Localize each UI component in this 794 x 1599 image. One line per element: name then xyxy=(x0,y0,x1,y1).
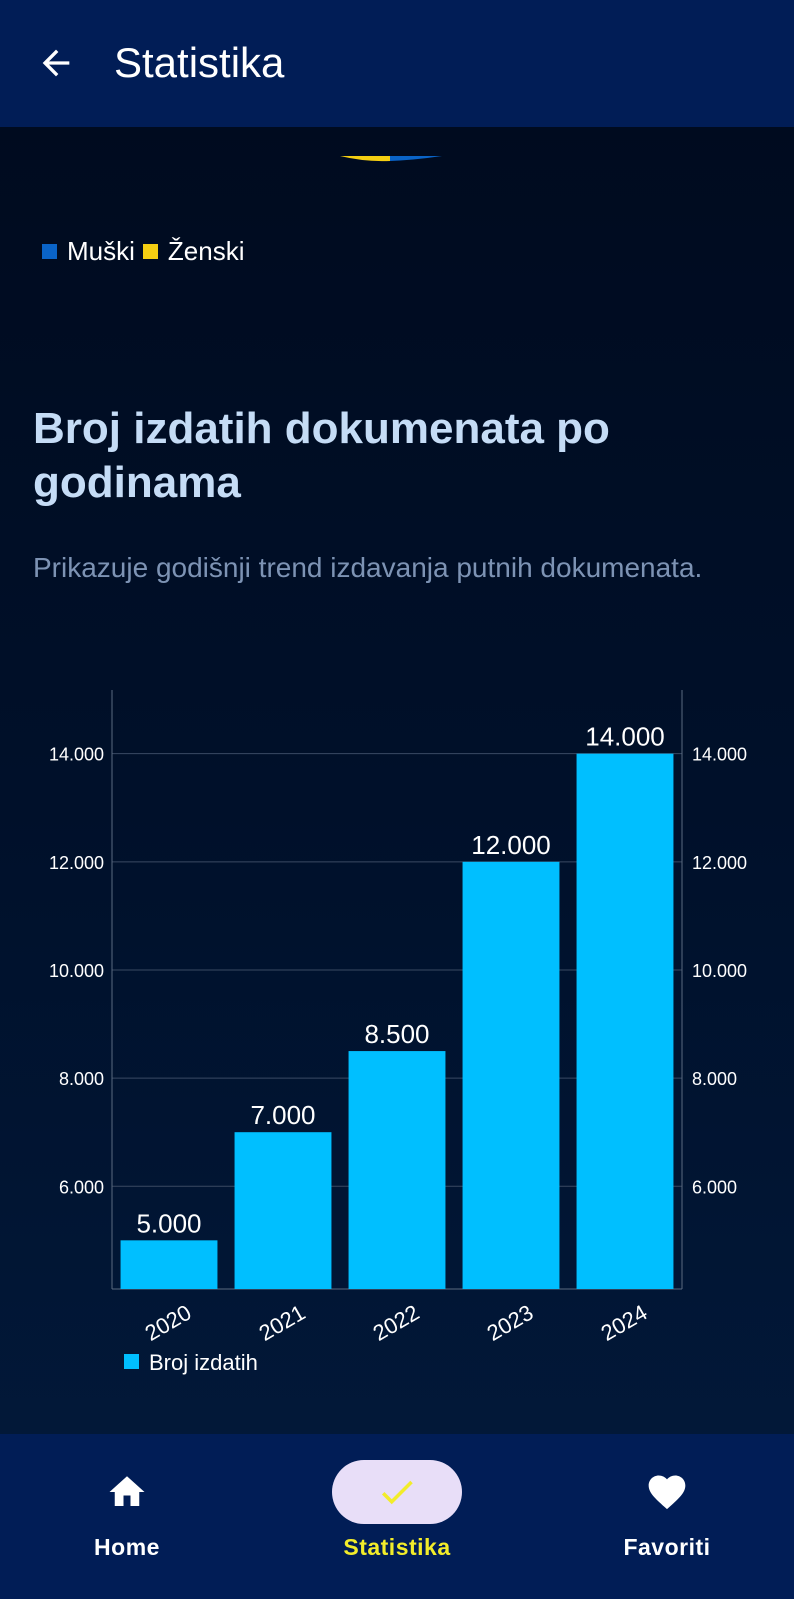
bar-value-label: 8.500 xyxy=(364,1019,429,1049)
y-tick-label-left: 6.000 xyxy=(59,1177,104,1197)
section-title: Broj izdatih dokumenata po godinama xyxy=(33,404,610,507)
bar-2021 xyxy=(234,1132,332,1289)
arrow-left-icon xyxy=(42,49,70,77)
x-tick-label: 2021 xyxy=(255,1300,310,1346)
bar-value-label: 7.000 xyxy=(250,1100,315,1130)
x-tick-label: 2020 xyxy=(141,1300,196,1346)
bar-value-label: 5.000 xyxy=(136,1208,201,1238)
bar-2022 xyxy=(348,1051,446,1289)
pie-slice-female xyxy=(340,156,390,162)
y-tick-label-right: 14.000 xyxy=(692,745,747,765)
section-description: Prikazuje godišnji trend izdavanja putni… xyxy=(33,552,703,583)
legend-swatch-female xyxy=(142,244,158,259)
heart-icon xyxy=(648,1475,686,1510)
bar-2024 xyxy=(576,753,674,1289)
nav-icon-container-home xyxy=(62,1460,192,1524)
legend-swatch-male xyxy=(42,244,57,259)
nav-label-favoriti: Favoriti xyxy=(623,1534,711,1560)
gender-pie-chart-edge xyxy=(340,156,442,162)
y-tick-label-left: 10.000 xyxy=(49,961,104,981)
x-tick-label: 2023 xyxy=(483,1300,538,1346)
nav-label-statistika: Statistika xyxy=(343,1534,451,1560)
legend-label-broj-izdatih: Broj izdatih xyxy=(149,1350,258,1375)
y-tick-label-right: 12.000 xyxy=(692,853,747,873)
legend-label-male: Muški xyxy=(67,236,135,266)
y-tick-label-left: 14.000 xyxy=(49,745,104,765)
page-title: Statistika xyxy=(114,39,285,86)
app-bar: Statistika xyxy=(0,0,794,127)
bar-2023 xyxy=(462,861,560,1289)
bar-value-label: 12.000 xyxy=(471,830,551,860)
y-tick-label-right: 8.000 xyxy=(692,1069,737,1089)
x-tick-label: 2024 xyxy=(597,1300,652,1346)
legend-label-female: Ženski xyxy=(167,236,245,266)
nav-item-statistika[interactable]: Statistika xyxy=(297,1434,497,1599)
y-tick-label-right: 6.000 xyxy=(692,1177,737,1197)
check-icon xyxy=(381,1480,413,1505)
x-tick-label: 2022 xyxy=(369,1300,424,1346)
y-tick-label-right: 10.000 xyxy=(692,961,747,981)
home-icon xyxy=(109,1476,145,1506)
back-button[interactable] xyxy=(30,37,82,89)
nav-icon-container-favoriti xyxy=(602,1460,732,1524)
nav-item-home[interactable]: Home xyxy=(27,1434,227,1599)
y-tick-label-left: 12.000 xyxy=(49,853,104,873)
nav-icon-container-statistika xyxy=(332,1460,462,1524)
bar-2020 xyxy=(120,1240,218,1289)
gender-legend: Muški Ženski xyxy=(42,236,252,267)
pie-slice-male xyxy=(390,156,442,161)
documents-bar-chart: 6.000 6.000 8.000 8.000 10.000 10.000 12.000 12… xyxy=(49,690,747,1375)
y-tick-label-left: 8.000 xyxy=(59,1069,104,1089)
bar-value-label: 14.000 xyxy=(585,722,665,752)
nav-item-favoriti[interactable]: Favoriti xyxy=(567,1434,767,1599)
bottom-navigation: Home Statistika Favoriti xyxy=(0,1434,794,1599)
legend-swatch-broj-izdatih xyxy=(124,1354,139,1369)
nav-label-home: Home xyxy=(94,1534,160,1560)
